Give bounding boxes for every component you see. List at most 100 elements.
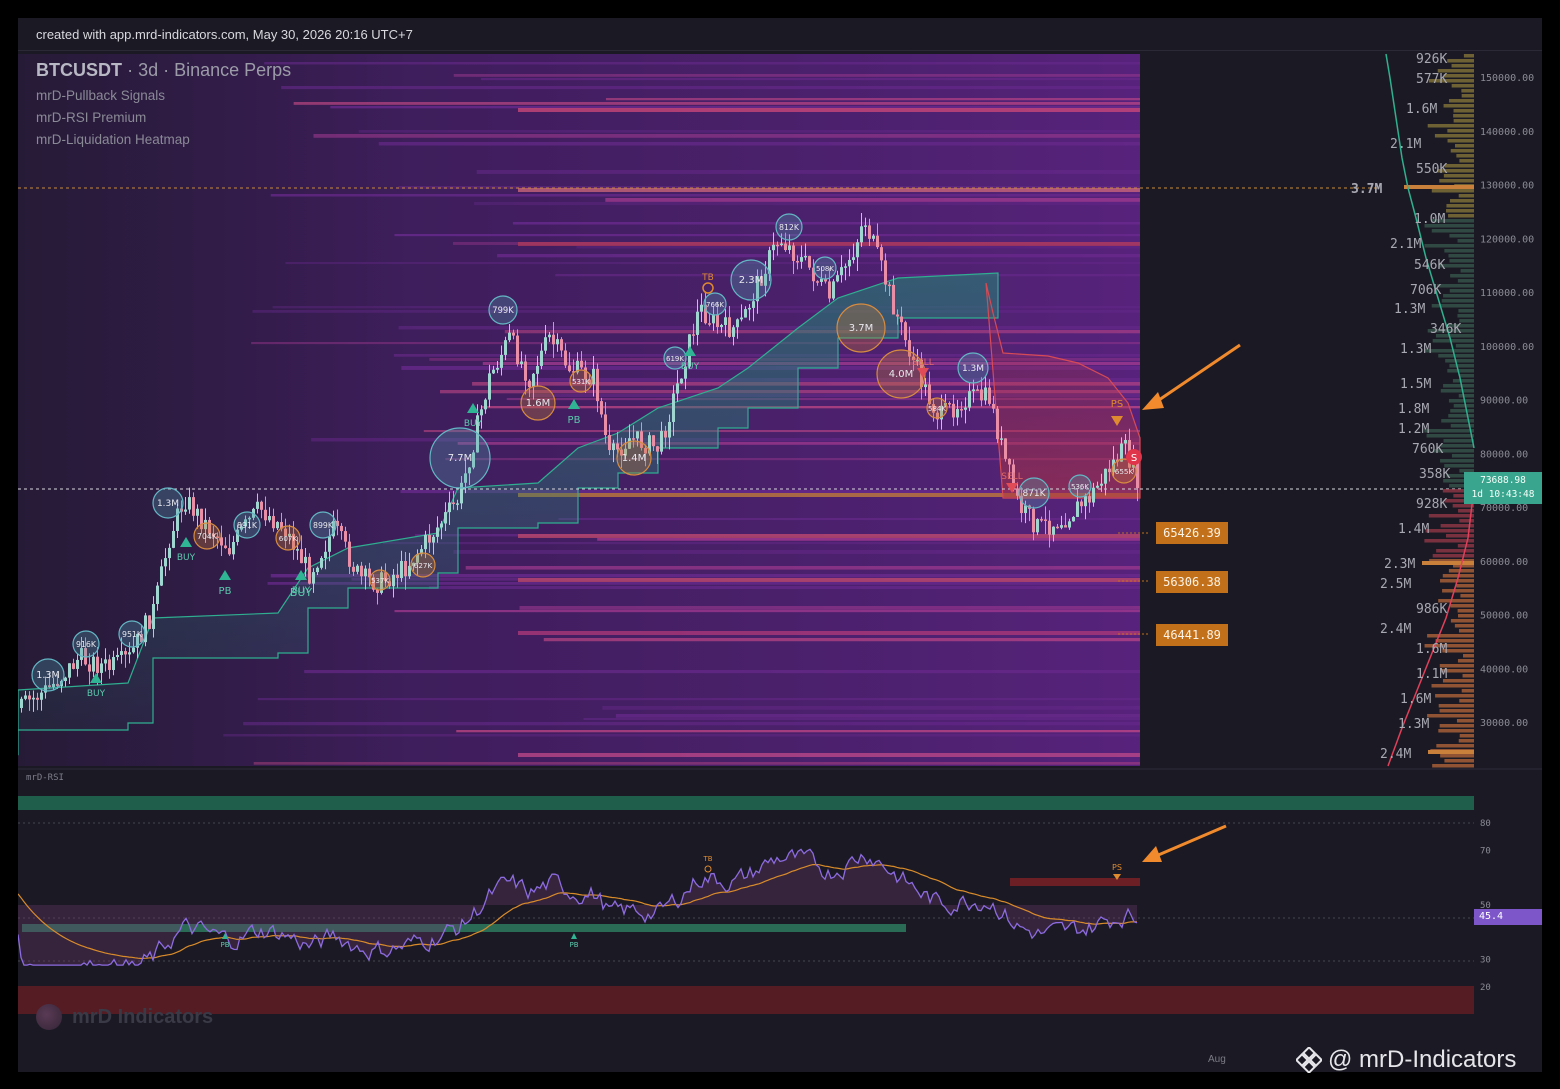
liq-bubble-label: 871K — [1022, 489, 1046, 499]
candle-body — [192, 497, 195, 516]
candle-body — [668, 421, 671, 438]
candle-body — [232, 541, 235, 555]
candle-body — [796, 260, 799, 263]
candle-body — [984, 387, 987, 401]
candle-body — [436, 527, 439, 537]
heatmap-band — [497, 254, 1141, 258]
annotation-arrow-rsi — [1142, 824, 1227, 862]
vp-bar — [1444, 759, 1474, 763]
candle-body — [748, 307, 751, 310]
candle-body — [168, 547, 171, 559]
candle-body — [36, 697, 39, 700]
bar-countdown: 1d 10:43:48 — [1471, 489, 1535, 500]
vp-bar — [1450, 409, 1474, 413]
symbol-name[interactable]: BTCUSDT — [36, 60, 122, 80]
candle-body — [772, 244, 775, 251]
vp-bar — [1443, 294, 1474, 298]
price-tick-label: 90000.00 — [1480, 396, 1528, 407]
heatmap-band — [428, 586, 1140, 590]
candle-body — [1004, 438, 1007, 459]
vp-bar — [1449, 234, 1474, 238]
candle-body — [1108, 468, 1111, 473]
candle-body — [716, 314, 719, 328]
vp-bar — [1444, 249, 1474, 253]
liq-bubble-label: 4.0M — [889, 369, 914, 380]
heatmap-band — [293, 102, 1140, 105]
vp-bar — [1459, 374, 1474, 378]
vp-bar — [1451, 84, 1474, 88]
liq-bubble-label: 607K — [279, 534, 298, 543]
vp-bar — [1439, 724, 1474, 728]
vp-bar — [1424, 429, 1474, 433]
signal-label: SELL — [1001, 472, 1022, 482]
last-price-tag: 73688.98 1d 10:43:48 — [1464, 472, 1542, 504]
vp-label: 926K — [1416, 52, 1447, 67]
chart-legend[interactable]: BTCUSDT · 3d · Binance Perps mrD-Pullbac… — [36, 60, 291, 147]
candle-body — [128, 652, 131, 655]
candle-body — [924, 384, 927, 388]
candle-body — [1036, 519, 1039, 533]
vp-bar — [1450, 149, 1474, 153]
candle-body — [1040, 519, 1043, 521]
candle-body — [196, 508, 199, 516]
vp-bar — [1446, 204, 1474, 208]
candle-body — [820, 278, 823, 282]
price-tick-label: 150000.00 — [1480, 73, 1534, 84]
heatmap-band — [285, 262, 1141, 265]
heatmap-band — [264, 62, 1140, 65]
signal-label: BUY — [681, 362, 700, 372]
liq-bubble-label: 531K — [572, 378, 590, 386]
heatmap-band — [358, 130, 1140, 133]
liq-bubble-label: 1.4M — [622, 453, 647, 464]
heatmap-band — [453, 74, 1140, 77]
signal-label: PS — [1111, 399, 1123, 410]
candle-body — [876, 235, 879, 248]
vp-label: 550K — [1416, 162, 1447, 177]
vp-label: 928K — [1416, 497, 1447, 512]
candle-body — [340, 525, 343, 532]
candle-body — [828, 281, 831, 299]
rsi-ps-zone — [1010, 878, 1140, 886]
candle-body — [852, 257, 855, 260]
vp-bar — [1444, 164, 1474, 168]
rsi-current-tag: 45.4 — [1474, 909, 1542, 925]
vp-label: 546K — [1414, 258, 1445, 273]
vp-label: 1.6M — [1400, 692, 1431, 707]
candle-body — [100, 663, 103, 673]
vp-bar — [1443, 174, 1474, 178]
price-tick-label: 50000.00 — [1480, 611, 1528, 622]
indicator-heatmap[interactable]: mrD-Liquidation Heatmap — [36, 132, 291, 147]
vp-label: 3.7M — [1351, 182, 1382, 197]
candle-body — [676, 383, 679, 394]
vp-bar — [1461, 94, 1474, 98]
candle-body — [64, 677, 67, 682]
vp-bar — [1443, 74, 1474, 78]
vp-label: 1.6M — [1416, 642, 1447, 657]
volume-profile-labels: 926K 577K 1.6M 2.1M 550K 3.7M 1.0M 2.1M 546K 706K… — [1351, 52, 1461, 762]
candle-body — [428, 534, 431, 543]
candle-body — [848, 259, 851, 267]
signal-label: PB — [219, 586, 232, 597]
indicator-rsi[interactable]: mrD-RSI Premium — [36, 110, 291, 125]
vp-bar — [1459, 629, 1474, 633]
price-axis[interactable]: 150000.00 140000.00 130000.00 120000.00 1100… — [1480, 73, 1534, 729]
liq-bubble-label: 1.3M — [36, 670, 60, 681]
vp-high-bar — [1428, 750, 1474, 754]
vp-poc-bar — [1404, 185, 1474, 189]
candle-body — [880, 247, 883, 261]
vp-label: 706K — [1410, 283, 1441, 298]
candle-body — [160, 566, 163, 586]
annotation-arrow-price — [1142, 343, 1241, 410]
vp-label: 1.6M — [1406, 102, 1437, 117]
binance-square-icon — [1296, 1047, 1322, 1073]
candle-body — [220, 537, 223, 546]
rsi-pb-label: PB — [569, 941, 578, 949]
candle-body — [752, 301, 755, 308]
candle-body — [424, 534, 427, 550]
candle-body — [808, 255, 811, 268]
indicator-pullback[interactable]: mrD-Pullback Signals — [36, 88, 291, 103]
vp-label: 346K — [1430, 322, 1461, 337]
liq-bubble-label: 1.3M — [157, 499, 179, 509]
candle-body — [1056, 526, 1059, 529]
candle-body — [300, 549, 303, 564]
